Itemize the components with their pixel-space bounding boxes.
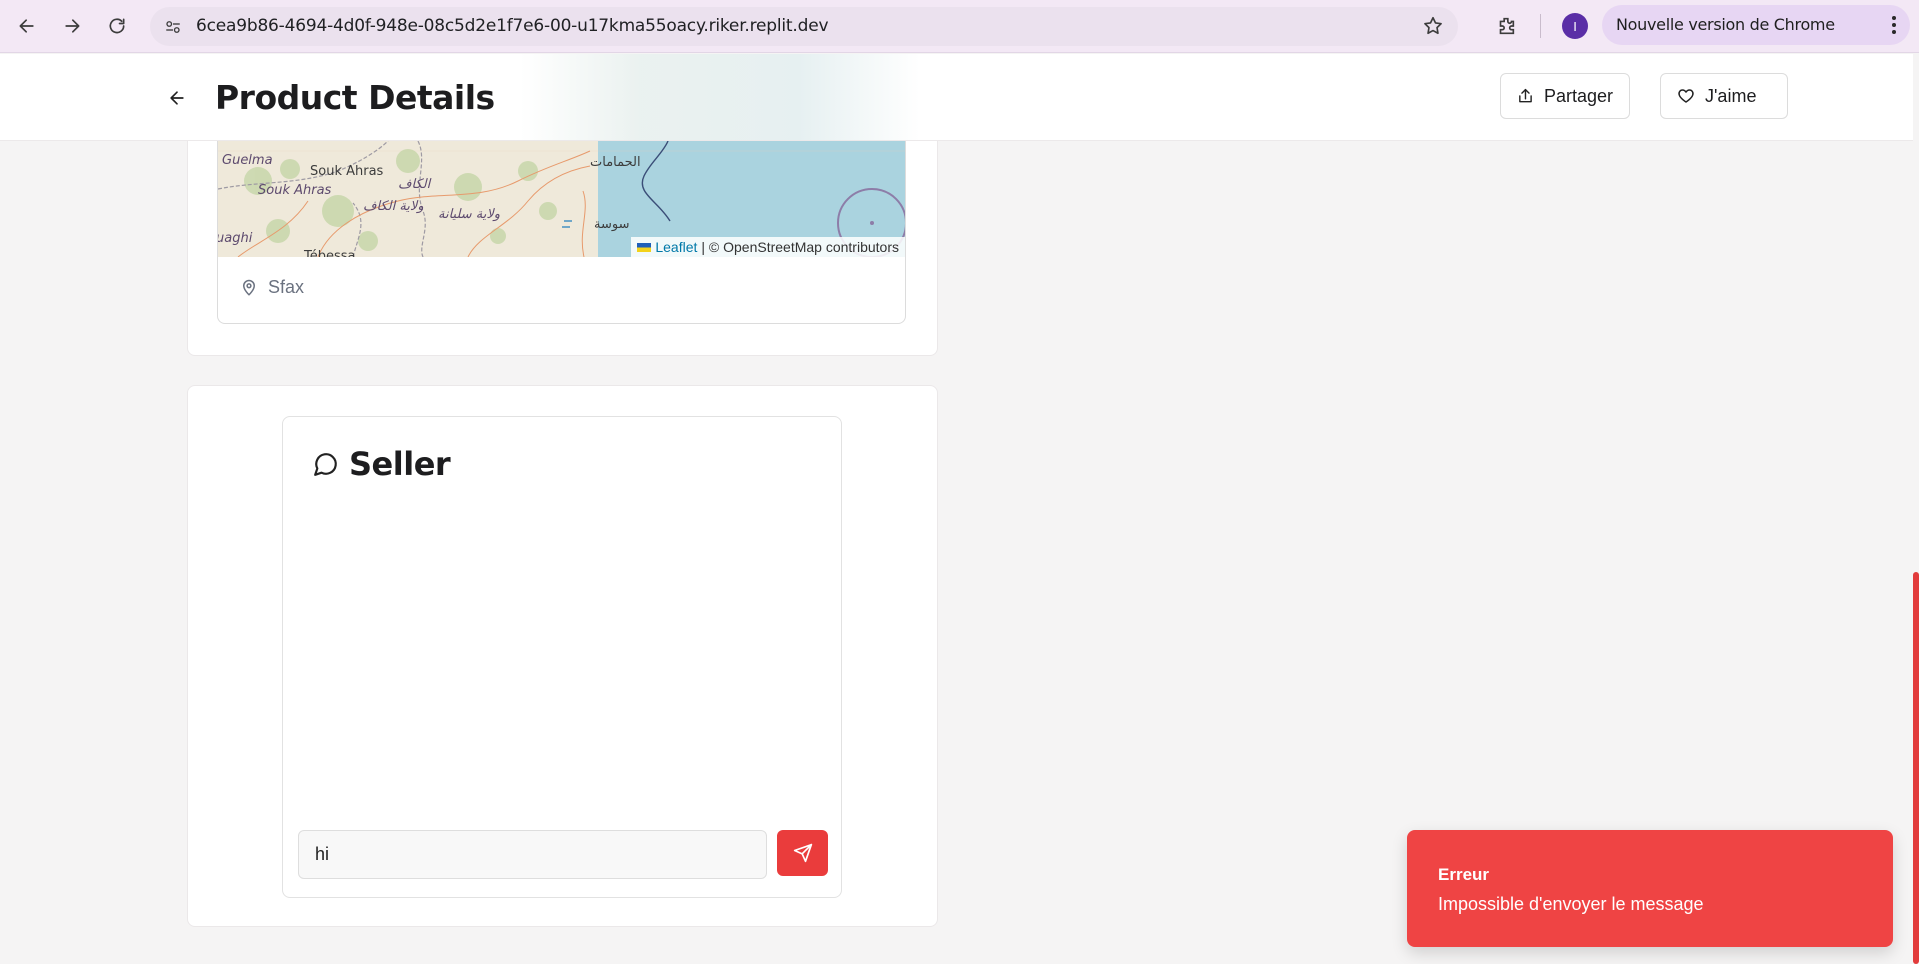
map-overflow-shadow [520, 54, 920, 140]
map-attribution: Leaflet | © OpenStreetMap contributors [631, 237, 905, 257]
map-label: uaghi [218, 231, 253, 246]
heart-icon [1678, 89, 1694, 103]
forward-icon[interactable] [54, 8, 90, 44]
map-label: الكاف [398, 177, 431, 192]
page-title: Product Details [215, 78, 495, 117]
chat-panel: Seller [282, 416, 842, 898]
share-button[interactable]: Partager [1500, 73, 1630, 119]
like-button[interactable]: J'aime [1660, 73, 1788, 119]
map-label: Souk Ahras [258, 183, 332, 198]
scrollbar-thumb[interactable] [1913, 572, 1919, 964]
share-label: Partager [1543, 85, 1613, 106]
toast-title: Erreur [1438, 865, 1490, 884]
map-pin-icon [242, 279, 256, 296]
url-text[interactable]: 6cea9b86-4694-4d0f-948e-08c5d2e1f7e6-00-… [196, 7, 829, 46]
ukraine-flag-icon [637, 242, 652, 252]
extensions-icon[interactable] [1490, 10, 1522, 42]
chat-header: Seller [313, 445, 451, 483]
send-icon [793, 843, 812, 863]
map-label: ولاية سليانة [438, 207, 501, 222]
map-label: Guelma [222, 153, 273, 168]
app-header: Product Details Partager J'aime [0, 54, 1913, 141]
toolbar-divider [1540, 14, 1541, 38]
page-scrollbar[interactable] [1913, 54, 1919, 964]
profile-avatar[interactable]: I [1562, 13, 1588, 39]
message-input[interactable] [298, 830, 767, 879]
toast-description: Impossible d'envoyer le message [1438, 894, 1704, 914]
chrome-update-button[interactable]: Nouvelle version de Chrome disponible [1602, 5, 1910, 74]
send-button[interactable] [777, 830, 828, 876]
share-icon [1519, 88, 1532, 103]
location-city: Sfax [268, 277, 305, 297]
map-label: الحمامات [590, 155, 641, 170]
bookmark-star-icon[interactable] [1422, 15, 1446, 39]
location-map: Guelma Souk Ahras Souk Ahras الكاف ولاية… [217, 141, 906, 324]
like-label: J'aime [1705, 85, 1757, 106]
map-label: ولاية الكاف [363, 199, 424, 214]
map-label: سوسة [594, 217, 630, 232]
location-row: Sfax [240, 277, 304, 298]
more-menu-icon[interactable] [1884, 15, 1904, 35]
reload-icon[interactable] [99, 8, 135, 44]
browser-toolbar: 6cea9b86-4694-4d0f-948e-08c5d2e1f7e6-00-… [0, 0, 1919, 74]
leaflet-link[interactable]: Leaflet [655, 237, 697, 257]
back-icon[interactable] [9, 8, 45, 44]
map-label: Tébessa [304, 249, 356, 257]
map-label: Souk Ahras [310, 164, 384, 179]
message-circle-icon [314, 453, 337, 476]
chat-title: Seller [349, 445, 451, 483]
error-toast[interactable]: Erreur Impossible d'envoyer le message [1407, 830, 1893, 947]
address-bar[interactable]: 6cea9b86-4694-4d0f-948e-08c5d2e1f7e6-00-… [150, 7, 1458, 46]
back-arrow-icon[interactable] [163, 84, 191, 112]
attribution-text: | © OpenStreetMap contributors [701, 239, 899, 255]
site-settings-icon[interactable] [162, 16, 184, 38]
